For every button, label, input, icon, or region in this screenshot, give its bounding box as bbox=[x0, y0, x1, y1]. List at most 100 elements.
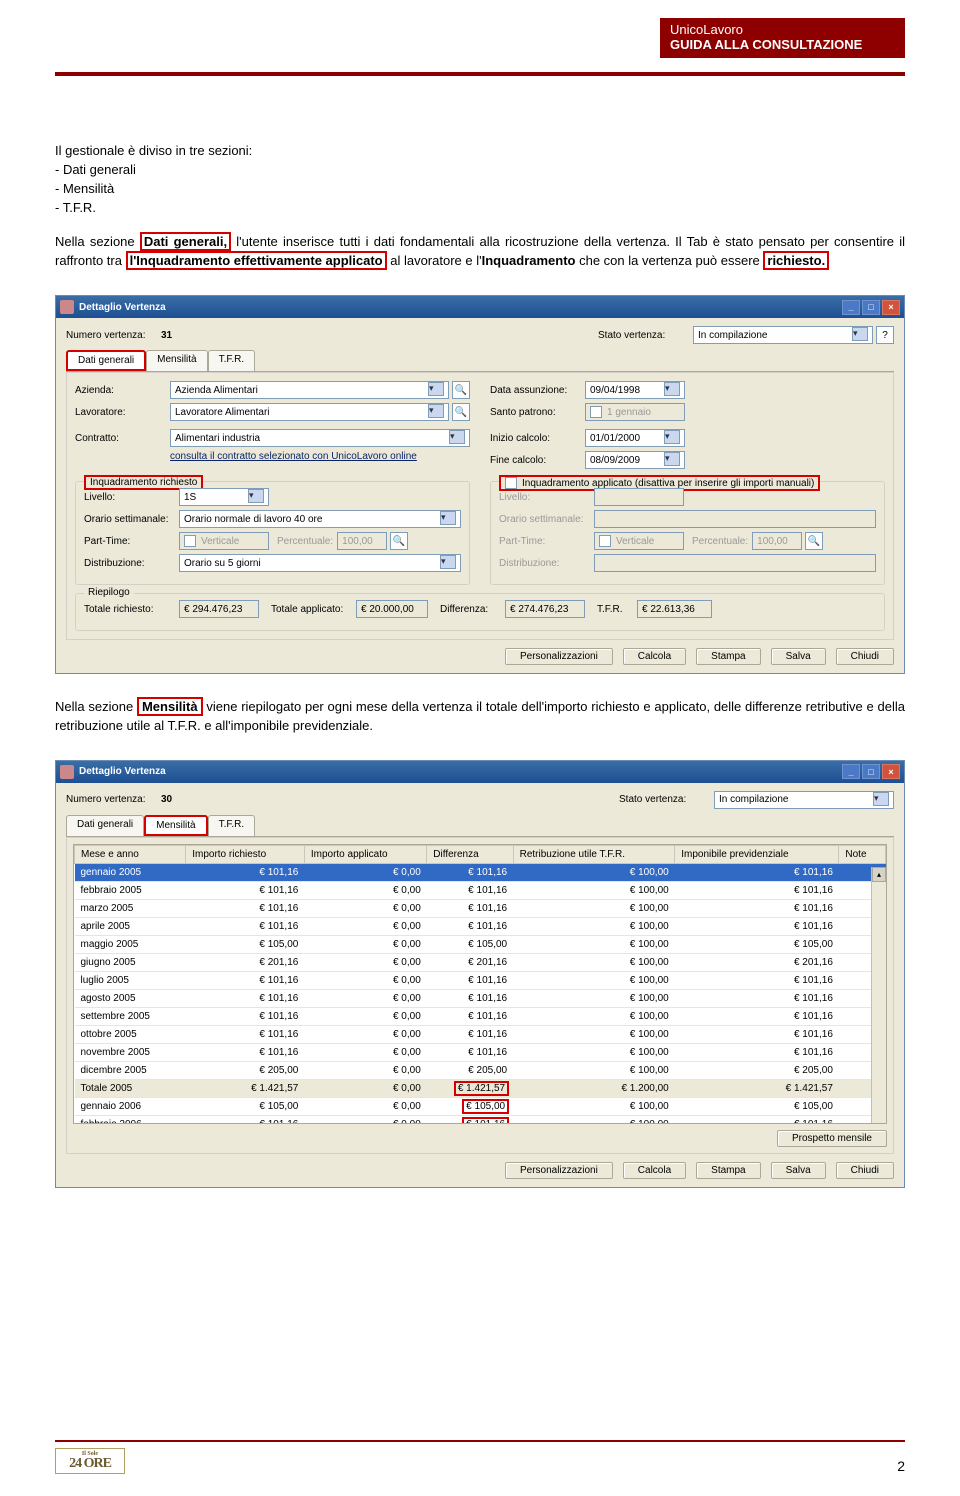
table-row[interactable]: settembre 2005€ 101,16€ 0,00€ 101,16€ 10… bbox=[75, 1007, 886, 1025]
totapp-label: Totale applicato: bbox=[271, 604, 356, 615]
cell: € 101,16 bbox=[675, 863, 839, 881]
table-row[interactable]: febbraio 2005€ 101,16€ 0,00€ 101,16€ 100… bbox=[75, 881, 886, 899]
table-row[interactable]: marzo 2005€ 101,16€ 0,00€ 101,16€ 100,00… bbox=[75, 899, 886, 917]
table-row[interactable]: gennaio 2005€ 101,16€ 0,00€ 101,16€ 100,… bbox=[75, 863, 886, 881]
table-row[interactable]: maggio 2005€ 105,00€ 0,00€ 105,00€ 100,0… bbox=[75, 935, 886, 953]
table-row[interactable]: ottobre 2005€ 101,16€ 0,00€ 101,16€ 100,… bbox=[75, 1025, 886, 1043]
cell: € 100,00 bbox=[513, 863, 675, 881]
header-rule bbox=[55, 72, 905, 76]
table-row[interactable]: novembre 2005€ 101,16€ 0,00€ 101,16€ 100… bbox=[75, 1043, 886, 1061]
cell: € 100,00 bbox=[513, 971, 675, 989]
minimize-button[interactable]: _ bbox=[842, 300, 860, 315]
maximize-button[interactable]: □ bbox=[862, 300, 880, 315]
cell: gennaio 2005 bbox=[75, 863, 186, 881]
stato-label: Stato vertenza: bbox=[598, 330, 693, 341]
sole24ore-logo: Il Sole 24 ORE bbox=[55, 1448, 125, 1474]
salva-button[interactable]: Salva bbox=[771, 648, 826, 665]
lav-field[interactable]: Lavoratore Alimentari bbox=[170, 403, 449, 421]
tab-mensilita[interactable]: Mensilità bbox=[146, 350, 207, 371]
page-number: 2 bbox=[897, 1458, 905, 1474]
chiudi-button[interactable]: Chiudi bbox=[836, 1162, 894, 1179]
scroll-up-icon[interactable]: ▴ bbox=[872, 867, 886, 882]
cell: febbraio 2006 bbox=[75, 1115, 186, 1124]
totrich-value: € 294.476,23 bbox=[179, 600, 259, 618]
screenshot-1: Dettaglio Vertenza _ □ × Numero vertenza… bbox=[55, 295, 905, 674]
window-title: Dettaglio Vertenza bbox=[79, 302, 166, 313]
stato-help-icon[interactable]: ? bbox=[876, 326, 894, 344]
contr-field[interactable]: Alimentari industria bbox=[170, 429, 470, 447]
orario2-label: Orario settimanale: bbox=[499, 514, 594, 525]
cell: € 101,16 bbox=[675, 1007, 839, 1025]
orario-label: Orario settimanale: bbox=[84, 514, 179, 525]
cell: € 101,16 bbox=[427, 917, 513, 935]
tab-dati-generali[interactable]: Dati generali bbox=[66, 815, 144, 836]
calcola-button[interactable]: Calcola bbox=[623, 1162, 686, 1179]
close-button[interactable]: × bbox=[882, 300, 900, 315]
cell: dicembre 2005 bbox=[75, 1061, 186, 1079]
stato-label: Stato vertenza: bbox=[619, 794, 714, 805]
cell: € 0,00 bbox=[304, 1043, 426, 1061]
salva-button[interactable]: Salva bbox=[771, 1162, 826, 1179]
fine-field[interactable]: 08/09/2009 bbox=[585, 451, 685, 469]
personalizzazioni-button[interactable]: Personalizzazioni bbox=[505, 648, 613, 665]
diff-label: Differenza: bbox=[440, 604, 505, 615]
maximize-button[interactable]: □ bbox=[862, 764, 880, 779]
stampa-button[interactable]: Stampa bbox=[696, 1162, 760, 1179]
table-row[interactable]: dicembre 2005€ 205,00€ 0,00€ 205,00€ 100… bbox=[75, 1061, 886, 1079]
tab-mensilita[interactable]: Mensilità bbox=[144, 815, 207, 836]
cell: € 1.421,57 bbox=[186, 1079, 305, 1097]
close-button[interactable]: × bbox=[882, 764, 900, 779]
liv2-label: Livello: bbox=[499, 492, 594, 503]
perc-label: Percentuale: bbox=[277, 536, 333, 547]
table-row[interactable]: giugno 2005€ 201,16€ 0,00€ 201,16€ 100,0… bbox=[75, 953, 886, 971]
cell: € 101,16 bbox=[427, 1043, 513, 1061]
table-row[interactable]: Totale 2005€ 1.421,57€ 0,00€ 1.421,57€ 1… bbox=[75, 1079, 886, 1097]
chiudi-button[interactable]: Chiudi bbox=[836, 648, 894, 665]
cell: € 0,00 bbox=[304, 1115, 426, 1124]
cell: € 100,00 bbox=[513, 935, 675, 953]
stato-field[interactable]: In compilazione bbox=[714, 791, 894, 809]
stato-field[interactable]: In compilazione bbox=[693, 326, 873, 344]
cell: settembre 2005 bbox=[75, 1007, 186, 1025]
table-row[interactable]: agosto 2005€ 101,16€ 0,00€ 101,16€ 100,0… bbox=[75, 989, 886, 1007]
table-row[interactable]: luglio 2005€ 101,16€ 0,00€ 101,16€ 100,0… bbox=[75, 971, 886, 989]
search-icon[interactable]: 🔍 bbox=[452, 381, 470, 399]
azienda-field[interactable]: Azienda Alimentari bbox=[170, 381, 449, 399]
cell: € 100,00 bbox=[513, 1115, 675, 1124]
totrich-label: Totale richiesto: bbox=[84, 604, 179, 615]
liv-field[interactable]: 1S bbox=[179, 488, 269, 506]
cell: € 1.421,57 bbox=[427, 1079, 513, 1097]
table-row[interactable]: febbraio 2006€ 101,16€ 0,00€ 101,16€ 100… bbox=[75, 1115, 886, 1124]
window-icon bbox=[60, 300, 74, 314]
perc2-field: 100,00 bbox=[752, 532, 802, 550]
calcola-button[interactable]: Calcola bbox=[623, 648, 686, 665]
personalizzazioni-button[interactable]: Personalizzazioni bbox=[505, 1162, 613, 1179]
cell: € 101,16 bbox=[675, 881, 839, 899]
tab-tfr[interactable]: T.F.R. bbox=[208, 815, 256, 836]
cell: € 0,00 bbox=[304, 935, 426, 953]
orario-field[interactable]: Orario normale di lavoro 40 ore bbox=[179, 510, 461, 528]
cell: € 101,16 bbox=[186, 917, 305, 935]
distr-field[interactable]: Orario su 5 giorni bbox=[179, 554, 461, 572]
prospetto-button[interactable]: Prospetto mensile bbox=[777, 1130, 887, 1147]
dataass-field[interactable]: 09/04/1998 bbox=[585, 381, 685, 399]
tab-dati-generali[interactable]: Dati generali bbox=[66, 350, 146, 371]
cell: € 101,16 bbox=[675, 1043, 839, 1061]
search-icon[interactable]: 🔍 bbox=[452, 403, 470, 421]
contratto-link[interactable]: consulta il contratto selezionato con Un… bbox=[170, 451, 417, 462]
cell: € 205,00 bbox=[675, 1061, 839, 1079]
cell: € 0,00 bbox=[304, 989, 426, 1007]
minimize-button[interactable]: _ bbox=[842, 764, 860, 779]
applicato-checkbox[interactable] bbox=[505, 477, 517, 489]
stampa-button[interactable]: Stampa bbox=[696, 648, 760, 665]
numvert-label: Numero vertenza: bbox=[66, 794, 161, 805]
table-row[interactable]: aprile 2005€ 101,16€ 0,00€ 101,16€ 100,0… bbox=[75, 917, 886, 935]
search-icon[interactable]: 🔍 bbox=[390, 532, 408, 550]
cell: € 105,00 bbox=[427, 1097, 513, 1115]
scrollbar[interactable]: ▴ bbox=[871, 867, 886, 1123]
tab-tfr[interactable]: T.F.R. bbox=[208, 350, 256, 371]
cell: € 101,16 bbox=[427, 899, 513, 917]
table-row[interactable]: gennaio 2006€ 105,00€ 0,00€ 105,00€ 100,… bbox=[75, 1097, 886, 1115]
inizio-field[interactable]: 01/01/2000 bbox=[585, 429, 685, 447]
cell: € 100,00 bbox=[513, 899, 675, 917]
